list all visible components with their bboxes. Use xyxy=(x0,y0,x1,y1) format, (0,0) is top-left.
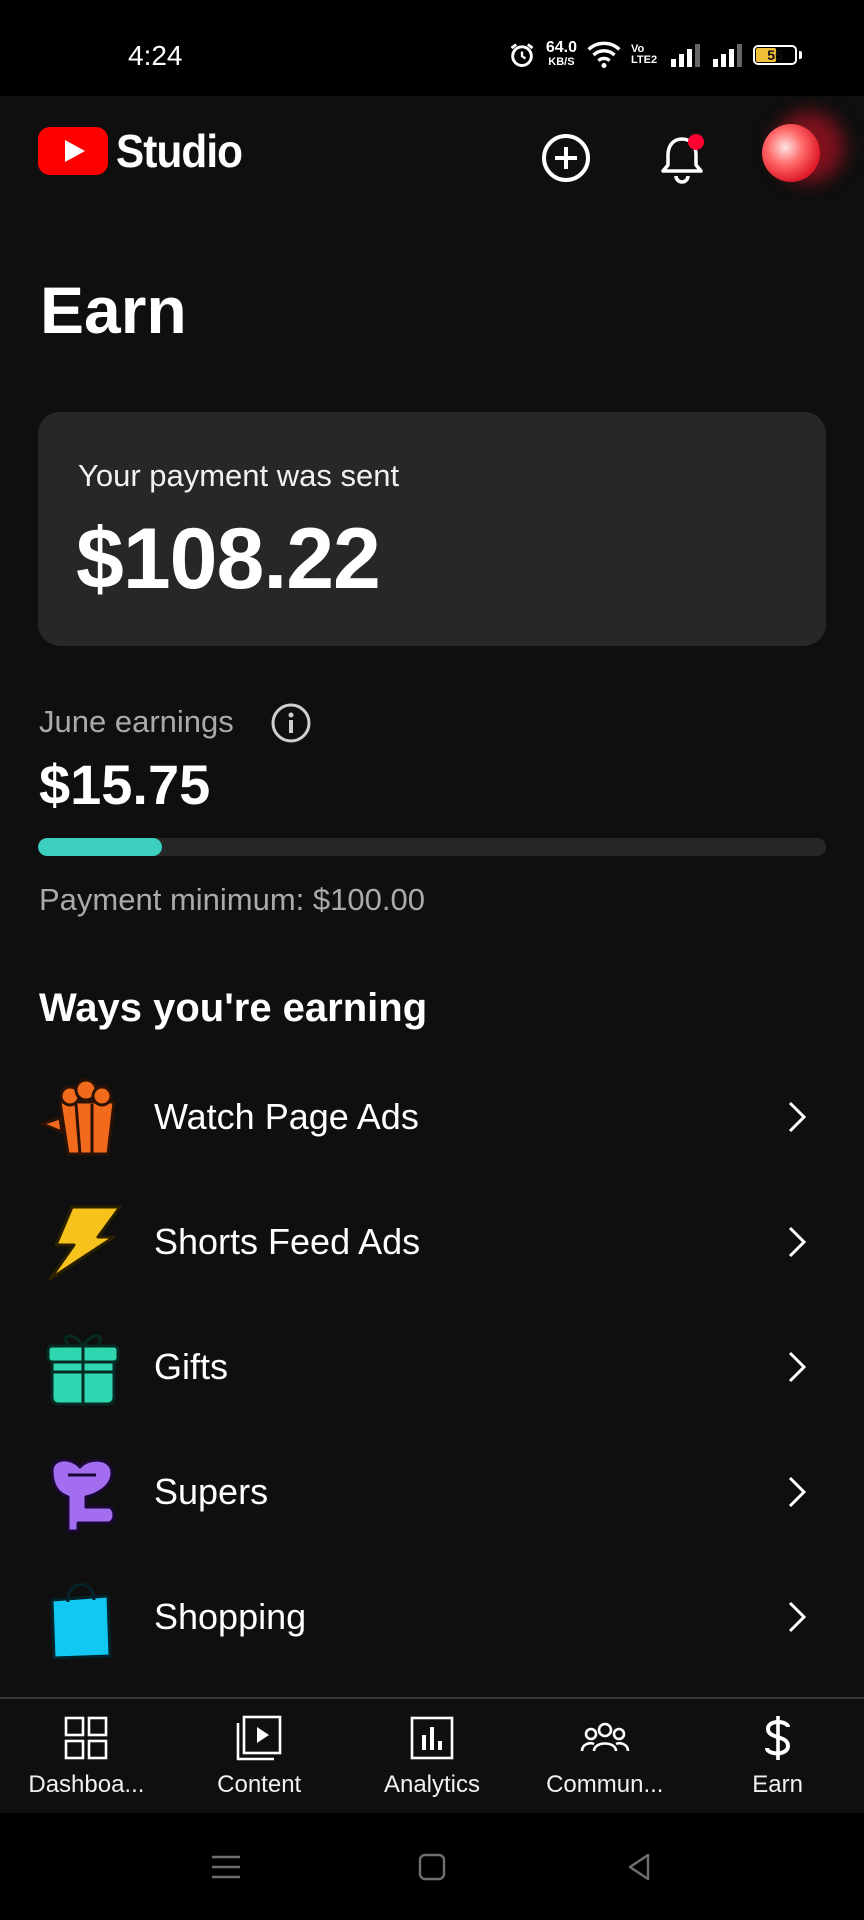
wifi-icon xyxy=(587,41,621,69)
popcorn-icon xyxy=(38,1078,116,1156)
ways-section-title: Ways you're earning xyxy=(39,986,428,1030)
brand-name: Studio xyxy=(116,125,243,177)
bottom-navigation: Dashboa... Content Analytics Commun... E… xyxy=(0,1697,864,1815)
chevron-right-icon xyxy=(788,1101,807,1132)
chevron-right-icon xyxy=(788,1601,807,1632)
status-bar: 4:24 64.0 KB/S Vo LTE2 55 xyxy=(0,0,864,96)
way-item-watch-page-ads[interactable]: Watch Page Ads xyxy=(0,1054,864,1179)
signal-icon xyxy=(671,44,700,67)
avatar[interactable] xyxy=(762,124,820,182)
way-label: Watch Page Ads xyxy=(154,1095,419,1137)
studio-logo[interactable]: Studio xyxy=(38,124,253,178)
notifications-button[interactable] xyxy=(652,128,712,188)
payment-amount: $108.22 xyxy=(76,511,381,607)
earnings-label: June earnings xyxy=(39,704,234,739)
youtube-logo-icon xyxy=(38,127,108,175)
nav-label: Content xyxy=(217,1771,302,1798)
nav-item-analytics[interactable]: Analytics xyxy=(346,1699,519,1815)
nav-item-dashboard[interactable]: Dashboa... xyxy=(0,1699,173,1815)
info-icon[interactable] xyxy=(270,702,312,744)
page-title: Earn xyxy=(40,273,187,347)
way-item-shorts-feed-ads[interactable]: Shorts Feed Ads xyxy=(0,1179,864,1304)
community-icon xyxy=(580,1722,630,1752)
menu-icon[interactable] xyxy=(206,1847,246,1887)
nav-item-community[interactable]: Commun... xyxy=(518,1699,691,1815)
way-item-supers[interactable]: Supers xyxy=(0,1429,864,1554)
earnings-progress-bar xyxy=(38,838,826,856)
earnings-progress-fill xyxy=(38,838,163,856)
nav-label: Earn xyxy=(752,1771,803,1798)
create-icon xyxy=(542,134,590,182)
alarm-icon xyxy=(510,43,534,67)
lightning-icon xyxy=(48,1205,122,1281)
network-speed: 64.0 KB/S xyxy=(545,39,577,69)
way-label: Shopping xyxy=(154,1595,307,1637)
supers-icon xyxy=(50,1458,116,1533)
chevron-right-icon xyxy=(788,1351,807,1382)
nav-item-earn[interactable]: Earn xyxy=(691,1699,864,1815)
chevron-right-icon xyxy=(788,1226,807,1257)
way-label: Supers xyxy=(154,1470,269,1512)
way-item-shopping[interactable]: Shopping xyxy=(0,1554,864,1679)
status-icons: 64.0 KB/S Vo LTE2 55 xyxy=(508,40,802,70)
payment-status-label: Your payment was sent xyxy=(78,458,400,493)
dashboard-icon xyxy=(65,1716,108,1760)
chevron-right-icon xyxy=(788,1476,807,1507)
nav-label: Analytics xyxy=(383,1771,481,1798)
nav-label: Commun... xyxy=(546,1771,664,1798)
system-navigation-bar xyxy=(0,1813,864,1920)
nav-item-content[interactable]: Content xyxy=(173,1699,346,1815)
status-time: 4:24 xyxy=(128,40,183,71)
dollar-icon xyxy=(764,1716,790,1760)
signal-icon-2 xyxy=(713,44,742,67)
way-label: Gifts xyxy=(154,1345,229,1387)
create-button[interactable] xyxy=(536,128,596,188)
battery-icon: 55 xyxy=(753,45,797,65)
gift-icon xyxy=(46,1334,120,1406)
ways-list: Watch Page Ads Shorts Feed Ads Gifts Sup… xyxy=(0,1054,864,1679)
shopping-bag-icon xyxy=(50,1583,112,1660)
way-label: Shorts Feed Ads xyxy=(154,1220,421,1262)
volte-indicator: Vo LTE2 xyxy=(631,43,658,66)
payment-card: Your payment was sent $108.22 xyxy=(38,412,826,646)
home-icon[interactable] xyxy=(412,1847,452,1887)
content-icon xyxy=(236,1715,282,1761)
nav-label: Dashboa... xyxy=(28,1771,145,1798)
back-icon[interactable] xyxy=(620,1847,660,1887)
analytics-icon xyxy=(410,1716,454,1760)
notification-badge xyxy=(688,134,704,150)
earnings-amount: $15.75 xyxy=(39,753,211,816)
payment-minimum-label: Payment minimum: $100.00 xyxy=(39,882,425,917)
way-item-gifts[interactable]: Gifts xyxy=(0,1304,864,1429)
app-bar: Studio xyxy=(0,96,864,216)
